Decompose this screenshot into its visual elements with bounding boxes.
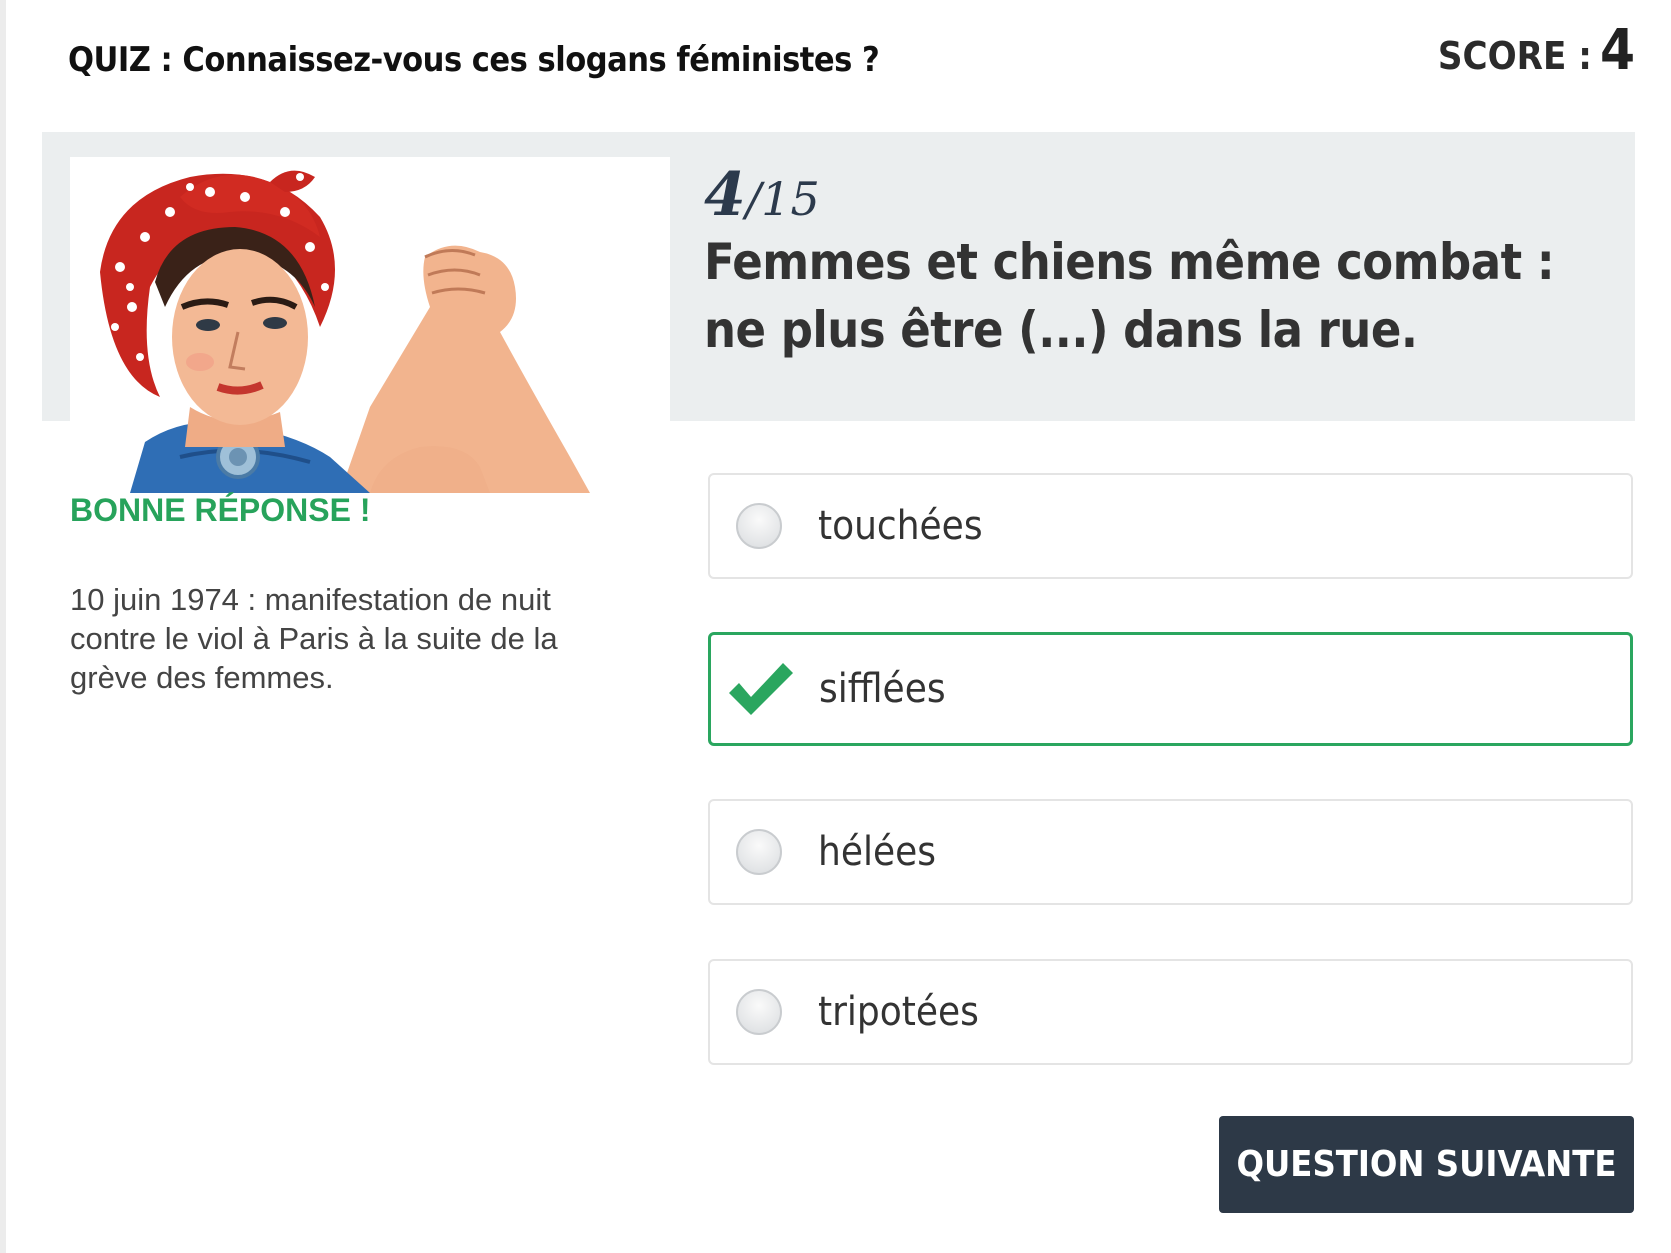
next-question-button[interactable]: QUESTION SUIVANTE	[1219, 1116, 1634, 1213]
answer-label: touchées	[818, 503, 983, 549]
question-counter: 4/15	[704, 160, 820, 230]
answer-explanation: 10 juin 1974 : manifestation de nuit con…	[70, 582, 558, 695]
page-edge	[0, 0, 6, 1253]
answer-label: sifflées	[819, 666, 946, 712]
question-text: Femmes et chiens même combat : ne plus ê…	[704, 233, 1555, 359]
answer-label: hélées	[818, 829, 937, 875]
answer-option-tripotees[interactable]: tripotées	[708, 959, 1633, 1065]
quiz-page: QUIZ : Connaissez-vous ces slogans fémin…	[0, 0, 1671, 1253]
answer-feedback: BONNE RÉPONSE !	[70, 492, 371, 528]
score-label: SCORE :	[1437, 34, 1592, 78]
score-value: 4	[1599, 18, 1635, 83]
answer-option-helees[interactable]: hélées	[708, 799, 1633, 905]
radio-icon[interactable]	[736, 829, 782, 875]
radio-icon[interactable]	[736, 989, 782, 1035]
quiz-title: QUIZ : Connaissez-vous ces slogans fémin…	[68, 40, 880, 80]
rosie-the-riveter-illustration	[70, 157, 670, 493]
answer-label: tripotées	[818, 989, 979, 1035]
question-current: 4	[704, 160, 746, 230]
answer-option-sifflees[interactable]: sifflées	[708, 632, 1633, 746]
radio-icon[interactable]	[736, 503, 782, 549]
check-icon	[729, 663, 793, 715]
question-separator: /	[745, 172, 762, 226]
question-total: 15	[761, 172, 820, 226]
answer-option-touchees[interactable]: touchées	[708, 473, 1633, 579]
score-display: SCORE : 4	[1438, 18, 1635, 83]
